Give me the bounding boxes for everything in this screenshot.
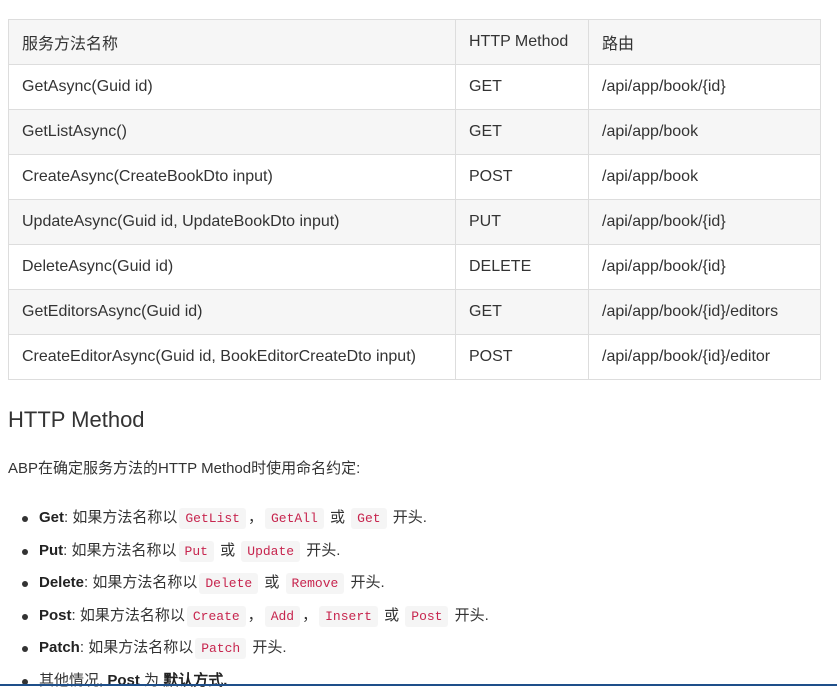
cell-http-method: PUT xyxy=(455,199,589,245)
code-token: Insert xyxy=(319,605,378,627)
code-token: Delete xyxy=(199,573,259,595)
code-token: Add xyxy=(264,605,301,627)
list-item-put: Put: 如果方法名称以 Put 或 Update 开头. xyxy=(22,537,489,570)
separator: ， xyxy=(247,509,263,526)
cell-method-name: CreateEditorAsync(Guid id, BookEditorCre… xyxy=(8,334,456,380)
code-token: Create xyxy=(186,605,246,627)
list-item-get: Get: 如果方法名称以 GetList， GetAll 或 Get 开头. xyxy=(22,504,489,537)
method-name: Put xyxy=(39,541,64,559)
rule-text: : 如果方法名称以 xyxy=(79,639,194,657)
cell-http-method: DELETE xyxy=(455,244,589,290)
cell-route: /api/app/book xyxy=(588,109,821,155)
list-item-post: Post: 如果方法名称以 Create， Add， Insert 或 Post 开头… xyxy=(22,602,489,635)
cell-method-name: GetListAsync() xyxy=(8,109,456,155)
code-token: Put xyxy=(178,540,214,562)
cell-route: /api/app/book/{id} xyxy=(588,199,821,245)
cell-http-method: GET xyxy=(455,109,589,155)
separator: 或 xyxy=(260,574,284,592)
list-item-patch: Patch: 如果方法名称以 Patch 开头. xyxy=(22,634,489,667)
table-row: CreateEditorAsync(Guid id, BookEditorCre… xyxy=(8,334,821,380)
cell-method-name: CreateAsync(CreateBookDto input) xyxy=(8,154,456,200)
cell-method-name: DeleteAsync(Guid id) xyxy=(8,244,456,290)
default-label: 默认方式. xyxy=(163,671,228,689)
cell-http-method: GET xyxy=(455,289,589,335)
rule-text: : 如果方法名称以 xyxy=(71,606,185,624)
cell-http-method: GET xyxy=(455,64,589,110)
method-name: Patch xyxy=(39,639,80,657)
cell-route: /api/app/book/{id} xyxy=(588,244,821,290)
cell-http-method: POST xyxy=(455,334,589,380)
code-token: Get xyxy=(351,508,387,529)
section-heading: HTTP Method xyxy=(8,407,145,432)
cell-method-name: GetEditorsAsync(Guid id) xyxy=(8,289,456,335)
rule-text: 为 xyxy=(139,671,164,689)
cell-route: /api/app/book xyxy=(588,154,821,200)
header-service-method: 服务方法名称 xyxy=(8,19,456,65)
method-name: Post xyxy=(107,671,140,689)
code-token: Remove xyxy=(285,573,345,595)
rule-suffix: 开头. xyxy=(346,574,385,592)
separator: ， xyxy=(302,606,318,624)
cell-route: /api/app/book/{id}/editors xyxy=(588,289,821,335)
api-routes-table: 服务方法名称 HTTP Method 路由 GetAsync(Guid id) … xyxy=(8,19,821,380)
list-item-delete: Delete: 如果方法名称以 Delete 或 Remove 开头. xyxy=(22,569,489,602)
rule-text: 其他情况, xyxy=(39,671,108,689)
rule-suffix: 开头. xyxy=(450,606,489,624)
code-token: Post xyxy=(405,605,449,627)
table-header-row: 服务方法名称 HTTP Method 路由 xyxy=(8,19,821,65)
cell-method-name: GetAsync(Guid id) xyxy=(8,64,456,110)
cell-route: /api/app/book/{id}/editor xyxy=(588,334,821,380)
code-token: GetAll xyxy=(264,508,324,529)
table-row: DeleteAsync(Guid id) DELETE /api/app/boo… xyxy=(8,244,821,290)
table-row: CreateAsync(CreateBookDto input) POST /a… xyxy=(8,154,821,200)
rule-text: : 如果方法名称以 xyxy=(63,541,177,559)
cell-http-method: POST xyxy=(455,154,589,200)
separator: 或 xyxy=(325,509,350,526)
method-name: Delete xyxy=(39,574,85,592)
code-token: Update xyxy=(241,540,301,562)
table-row: GetEditorsAsync(Guid id) GET /api/app/bo… xyxy=(8,289,821,335)
header-http-method: HTTP Method xyxy=(455,19,589,65)
document-page: 服务方法名称 HTTP Method 路由 GetAsync(Guid id) … xyxy=(8,19,821,689)
rule-suffix: 开头. xyxy=(388,509,427,526)
separator: 或 xyxy=(379,606,404,624)
cell-method-name: UpdateAsync(Guid id, UpdateBookDto input… xyxy=(8,199,456,245)
table-row: GetAsync(Guid id) GET /api/app/book/{id} xyxy=(8,64,821,110)
rule-suffix: 开头. xyxy=(302,541,341,559)
header-route: 路由 xyxy=(588,19,821,65)
method-rules-list: Get: 如果方法名称以 GetList， GetAll 或 Get 开头. Put… xyxy=(8,504,489,700)
table-row: GetListAsync() GET /api/app/book xyxy=(8,109,821,155)
rule-text: : 如果方法名称以 xyxy=(64,509,178,526)
rule-suffix: 开头. xyxy=(248,639,287,657)
intro-paragraph: ABP在确定服务方法的HTTP Method时使用命名约定: xyxy=(8,460,361,477)
rule-text: : 如果方法名称以 xyxy=(84,574,198,592)
method-name: Get xyxy=(39,509,65,526)
table-row: UpdateAsync(Guid id, UpdateBookDto input… xyxy=(8,199,821,245)
code-token: Patch xyxy=(195,638,247,660)
method-name: Post xyxy=(39,606,72,624)
separator: 或 xyxy=(215,541,240,559)
separator: ， xyxy=(247,606,263,624)
code-token: GetList xyxy=(179,508,246,529)
cell-route: /api/app/book/{id} xyxy=(588,64,821,110)
